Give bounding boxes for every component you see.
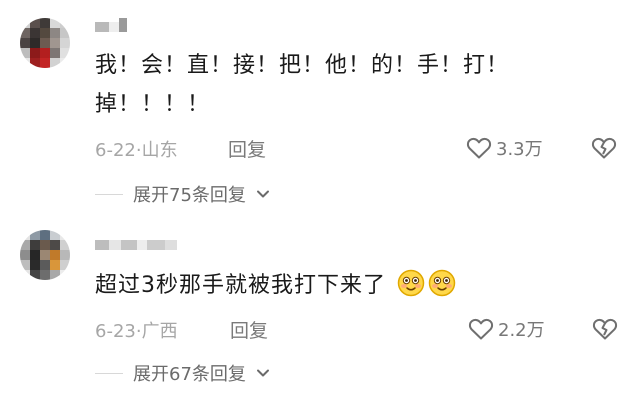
like-button[interactable]: 3.3万 xyxy=(466,135,543,161)
broken-heart-icon[interactable] xyxy=(591,136,617,160)
chevron-down-icon xyxy=(256,190,269,198)
avatar[interactable] xyxy=(20,230,70,280)
comment-location: 广西 xyxy=(141,321,178,342)
chevron-down-icon xyxy=(256,369,269,377)
avatar[interactable] xyxy=(20,18,70,68)
comment-text-content: 超过3秒那手就被我打下来了 xyxy=(95,273,386,298)
comment-text-line2: 掉！！！！ xyxy=(95,92,211,117)
expand-replies-label: 展开67条回复 xyxy=(133,364,246,385)
comment-meta: 6-22·山东 xyxy=(95,136,178,162)
comment-location: 山东 xyxy=(141,140,178,161)
reply-button[interactable]: 回复 xyxy=(228,135,266,162)
comment-date: 6-23 xyxy=(95,321,136,342)
broken-heart-icon[interactable] xyxy=(592,317,618,341)
like-count: 2.2万 xyxy=(498,320,545,341)
expand-replies-button[interactable]: 展开67条回复 xyxy=(95,360,270,386)
heart-outline-icon xyxy=(466,137,492,159)
comment-text: 超过3秒那手就被我打下来了 xyxy=(95,268,456,304)
like-count: 3.3万 xyxy=(496,139,543,160)
comment-item: 超过3秒那手就被我打下来了 6-23·广西 回复 2.2万 展开67条回复 xyxy=(0,210,640,401)
smile-emoji-icon xyxy=(428,269,456,297)
comment-meta: 6-23·广西 xyxy=(95,317,178,343)
divider-line xyxy=(95,193,123,195)
like-button[interactable]: 2.2万 xyxy=(468,316,545,342)
comment-item: 我！会！直！接！把！他！的！手！打！ 掉！！！！ 6-22·山东 回复 3.3万… xyxy=(0,0,640,210)
comment-text: 我！会！直！接！把！他！的！手！打！ xyxy=(95,53,510,78)
heart-outline-icon xyxy=(468,318,494,340)
username-blurred[interactable] xyxy=(95,18,127,32)
comment-date: 6-22 xyxy=(95,140,136,161)
smile-emoji-icon xyxy=(397,269,425,297)
reply-button[interactable]: 回复 xyxy=(230,316,268,343)
expand-replies-label: 展开75条回复 xyxy=(133,185,246,206)
divider-line xyxy=(95,372,123,374)
expand-replies-button[interactable]: 展开75条回复 xyxy=(95,181,270,207)
username-blurred[interactable] xyxy=(95,240,177,250)
